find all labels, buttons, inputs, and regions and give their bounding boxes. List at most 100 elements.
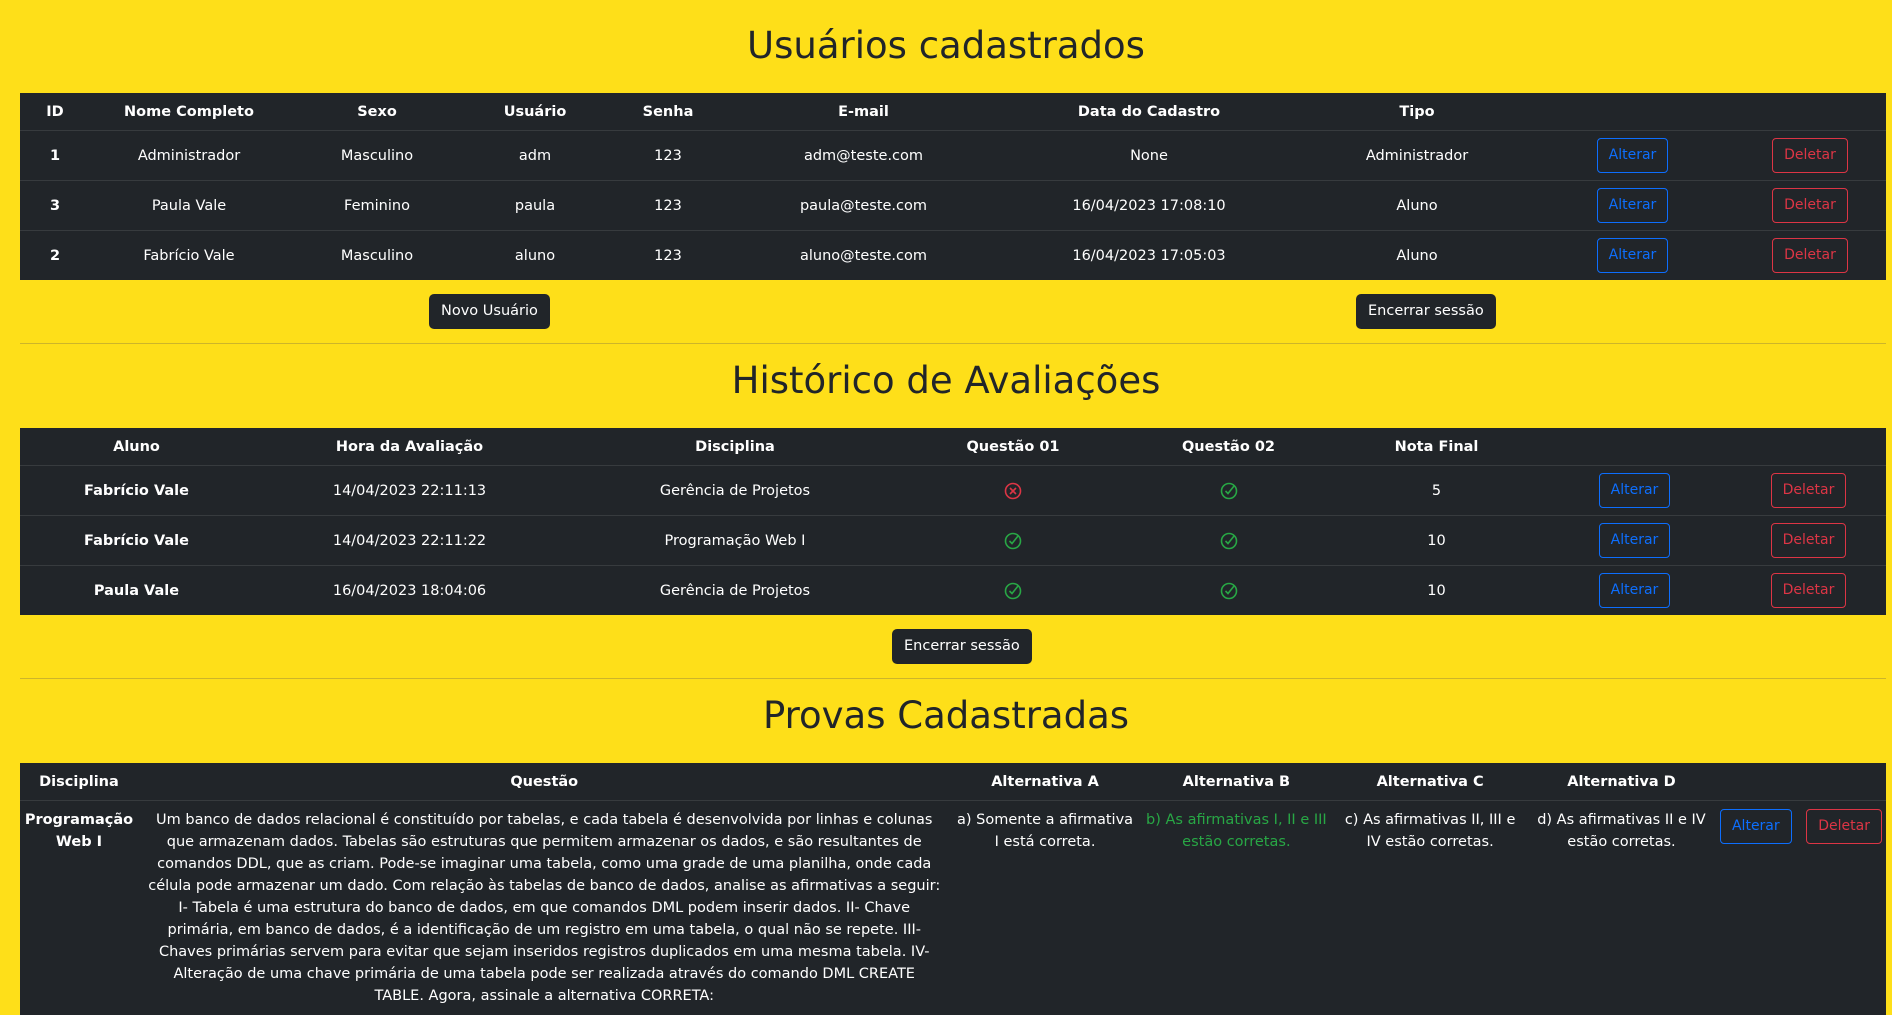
cell-usuario: aluno <box>466 231 604 281</box>
cell-aluno: Paula Vale <box>20 566 253 616</box>
cell-disciplina: Programação Web I <box>566 516 904 566</box>
cell-senha: 123 <box>604 181 732 231</box>
col-header-disciplina: Disciplina <box>20 763 138 801</box>
col-header-nome: Nome Completo <box>90 93 288 131</box>
cell-email: aluno@teste.com <box>732 231 995 281</box>
col-header-data: Data do Cadastro <box>995 93 1303 131</box>
cell-q2 <box>1122 516 1335 566</box>
divider <box>20 678 1886 679</box>
cell-delete: Deletar <box>1734 181 1886 231</box>
cell-alter: Alterar <box>1531 181 1734 231</box>
col-header-q2: Questão 02 <box>1122 428 1335 466</box>
col-header-alt-c: Alternativa C <box>1333 763 1527 801</box>
check-icon <box>1004 582 1022 600</box>
cell-alt-b-correct: b) As afirmativas I, II e III estão corr… <box>1140 801 1334 1015</box>
cell-id: 2 <box>20 231 90 281</box>
alter-button[interactable]: Alterar <box>1599 523 1671 558</box>
cell-id: 1 <box>20 131 90 181</box>
cell-sexo: Feminino <box>288 181 466 231</box>
cell-actions: Alterar Deletar <box>1716 801 1886 1015</box>
cell-q1 <box>904 566 1122 616</box>
cell-delete: Deletar <box>1734 231 1886 281</box>
check-icon <box>1004 532 1022 550</box>
col-header-id: ID <box>20 93 90 131</box>
cell-delete: Deletar <box>1731 466 1886 516</box>
new-user-button[interactable]: Novo Usuário <box>429 294 550 329</box>
col-header-senha: Senha <box>604 93 732 131</box>
history-title: Histórico de Avaliações <box>0 362 1892 399</box>
alter-button[interactable]: Alterar <box>1720 809 1792 844</box>
table-row: 3 Paula Vale Feminino paula 123 paula@te… <box>20 181 1886 231</box>
delete-button[interactable]: Deletar <box>1772 188 1848 223</box>
alter-button[interactable]: Alterar <box>1597 188 1669 223</box>
cell-aluno: Fabrício Vale <box>20 516 253 566</box>
delete-button[interactable]: Deletar <box>1806 809 1882 844</box>
cell-nota: 10 <box>1335 566 1538 616</box>
delete-button[interactable]: Deletar <box>1772 238 1848 273</box>
col-header-alt-a: Alternativa A <box>951 763 1140 801</box>
cell-alter: Alterar <box>1538 566 1731 616</box>
cell-senha: 123 <box>604 131 732 181</box>
cell-data: None <box>995 131 1303 181</box>
alter-button[interactable]: Alterar <box>1597 238 1669 273</box>
cell-alt-d: d) As afirmativas II e IV estão corretas… <box>1527 801 1716 1015</box>
col-header-alterar <box>1538 428 1731 466</box>
cell-hora: 14/04/2023 22:11:13 <box>253 466 566 516</box>
cell-disciplina: Gerência de Projetos <box>566 466 904 516</box>
cell-nome: Administrador <box>90 131 288 181</box>
alter-button[interactable]: Alterar <box>1597 138 1669 173</box>
check-icon <box>1220 532 1238 550</box>
col-header-q1: Questão 01 <box>904 428 1122 466</box>
col-header-tipo: Tipo <box>1303 93 1531 131</box>
exams-table: Disciplina Questão Alternativa A Alterna… <box>20 763 1886 1015</box>
cell-alter: Alterar <box>1538 516 1731 566</box>
cell-senha: 123 <box>604 231 732 281</box>
table-row: Fabrício Vale 14/04/2023 22:11:22 Progra… <box>20 516 1886 566</box>
logout-button[interactable]: Encerrar sessão <box>892 629 1032 664</box>
cell-usuario: paula <box>466 181 604 231</box>
cell-usuario: adm <box>466 131 604 181</box>
cell-tipo: Administrador <box>1303 131 1531 181</box>
cell-id: 3 <box>20 181 90 231</box>
delete-button[interactable]: Deletar <box>1771 473 1847 508</box>
cell-delete: Deletar <box>1734 131 1886 181</box>
delete-button[interactable]: Deletar <box>1771 573 1847 608</box>
cell-delete: Deletar <box>1731 566 1886 616</box>
cell-alter: Alterar <box>1538 466 1731 516</box>
delete-button[interactable]: Deletar <box>1772 138 1848 173</box>
alter-button[interactable]: Alterar <box>1599 573 1671 608</box>
cell-disciplina: Gerência de Projetos <box>566 566 904 616</box>
cell-data: 16/04/2023 17:05:03 <box>995 231 1303 281</box>
col-header-sexo: Sexo <box>288 93 466 131</box>
cell-sexo: Masculino <box>288 131 466 181</box>
col-header-alt-b: Alternativa B <box>1140 763 1334 801</box>
users-table: ID Nome Completo Sexo Usuário Senha E-ma… <box>20 93 1886 280</box>
divider <box>20 343 1886 344</box>
delete-button[interactable]: Deletar <box>1771 523 1847 558</box>
cell-nota: 10 <box>1335 516 1538 566</box>
cell-email: paula@teste.com <box>732 181 995 231</box>
cell-alter: Alterar <box>1531 231 1734 281</box>
table-row: 2 Fabrício Vale Masculino aluno 123 alun… <box>20 231 1886 281</box>
col-header-disciplina: Disciplina <box>566 428 904 466</box>
users-title: Usuários cadastrados <box>0 0 1892 66</box>
col-header-alterar <box>1531 93 1734 131</box>
col-header-alt-d: Alternativa D <box>1527 763 1716 801</box>
check-icon <box>1220 582 1238 600</box>
cell-disciplina: Programação Web I <box>20 801 138 1015</box>
exams-title: Provas Cadastradas <box>0 697 1892 734</box>
cell-delete: Deletar <box>1731 516 1886 566</box>
cell-sexo: Masculino <box>288 231 466 281</box>
cell-q1 <box>904 466 1122 516</box>
logout-button[interactable]: Encerrar sessão <box>1356 294 1496 329</box>
col-header-email: E-mail <box>732 93 995 131</box>
wrong-icon <box>1004 482 1022 500</box>
table-row: Programação Web I Um banco de dados rela… <box>20 801 1886 1015</box>
cell-q2 <box>1122 466 1335 516</box>
cell-alt-c: c) As afirmativas II, III e IV estão cor… <box>1333 801 1527 1015</box>
cell-tipo: Aluno <box>1303 181 1531 231</box>
cell-alter: Alterar <box>1531 131 1734 181</box>
table-row: Fabrício Vale 14/04/2023 22:11:13 Gerênc… <box>20 466 1886 516</box>
alter-button[interactable]: Alterar <box>1599 473 1671 508</box>
col-header-hora: Hora da Avaliação <box>253 428 566 466</box>
